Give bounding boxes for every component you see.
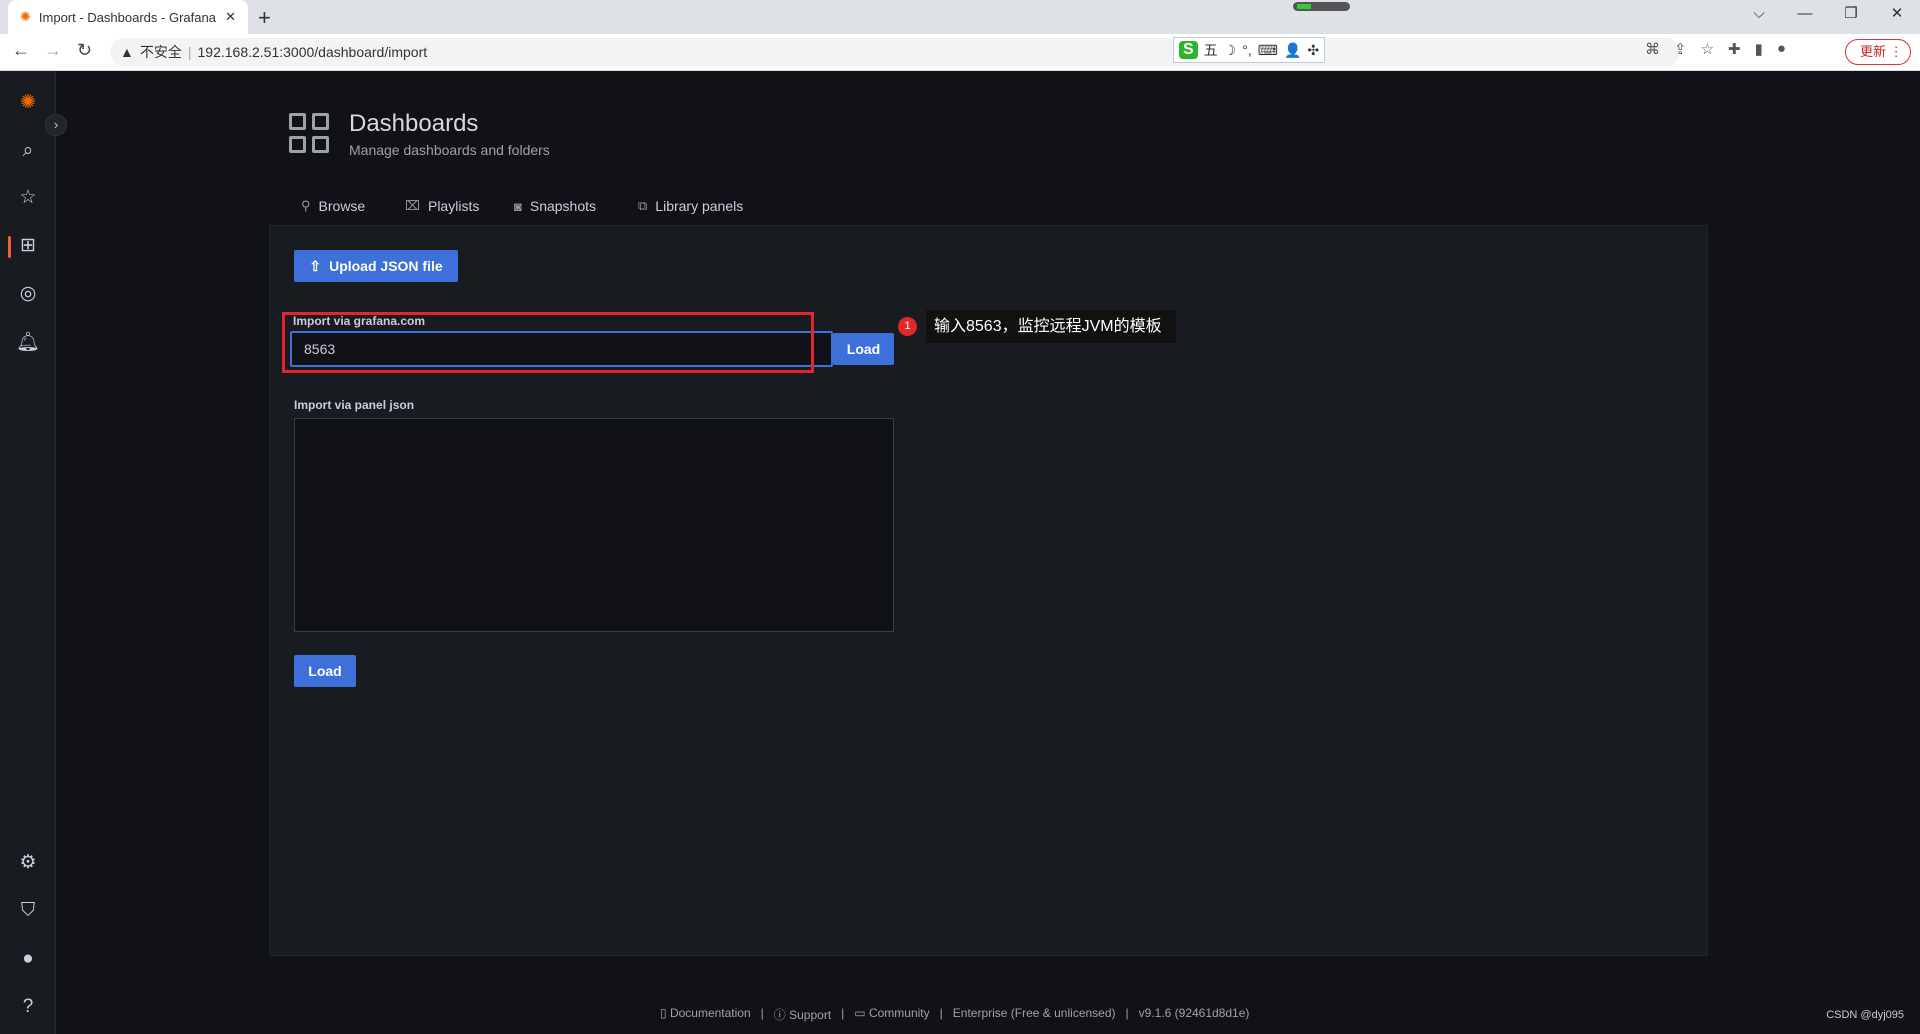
support-link[interactable]: ⓘ Support <box>774 1006 831 1023</box>
avatar[interactable]: ● <box>14 945 42 973</box>
tab-library-panels[interactable]: ⧉ Library panels <box>638 198 743 214</box>
alerting-bell-icon[interactable]: 🔔︎ <box>14 329 42 357</box>
update-button[interactable]: 更新 ⋮ <box>1845 39 1911 65</box>
update-label: 更新 <box>1860 44 1887 59</box>
share-icon[interactable]: ⇪ <box>1674 40 1687 58</box>
tab-label: Playlists <box>427 198 480 214</box>
grafana-favicon-icon: ✺ <box>20 9 31 24</box>
upload-label: Upload JSON file <box>329 258 443 274</box>
community-link[interactable]: ▭ Community <box>854 1006 929 1023</box>
camera-icon: ◙ <box>514 198 522 214</box>
browser-tab-strip <box>0 0 1920 34</box>
separator: | <box>760 1006 764 1020</box>
tab-browse[interactable]: ⚲ Browse <box>301 198 365 214</box>
user-icon[interactable]: 👤 <box>1284 42 1301 59</box>
sitemap-icon: ⚲ <box>301 198 311 213</box>
documentation-link[interactable]: ▯ Documentation <box>660 1006 751 1023</box>
separator: | <box>939 1006 943 1020</box>
help-icon[interactable]: ? <box>14 993 42 1021</box>
expand-sidebar-button[interactable]: › <box>45 114 67 136</box>
active-indicator <box>8 236 11 258</box>
annotation-tooltip: 输入8563，监控远程JVM的模板 <box>926 310 1176 343</box>
security-label: 不安全 <box>139 44 182 60</box>
explore-compass-icon[interactable]: ◎ <box>14 280 42 308</box>
browser-tab[interactable]: ✺ Import - Dashboards - Grafana ✕ <box>8 0 248 34</box>
dashboards-icon[interactable]: ⊞ <box>14 232 42 260</box>
forward-icon[interactable]: → <box>44 40 62 61</box>
warning-icon: ▲ <box>120 44 134 60</box>
upload-icon: ⇧ <box>309 257 322 274</box>
presentation-icon: ⌧ <box>405 198 420 213</box>
address-bar[interactable]: ▲ 不安全 | 192.168.2.51:3000/dashboard/impo… <box>110 38 1680 66</box>
media-indicator[interactable] <box>1293 2 1350 11</box>
documentation-label: Documentation <box>669 1006 751 1020</box>
footer: ▯ Documentation | ⓘ Support | ▭ Community |… <box>660 1006 1249 1023</box>
punctuation-icon[interactable]: °, <box>1242 42 1252 58</box>
toolbar-icons: ⌘ ⇪ ☆ ✚ ▮ ● <box>1645 40 1786 58</box>
shield-icon[interactable]: ⛉ <box>14 897 42 925</box>
library-panels-icon: ⧉ <box>638 198 648 213</box>
grafana-logo-icon[interactable]: ✺ <box>14 89 42 117</box>
upload-json-button[interactable]: ⇧ Upload JSON file <box>294 250 458 282</box>
side-panel-icon[interactable]: ▮ <box>1755 40 1763 58</box>
tab-snapshots[interactable]: ◙ Snapshots <box>514 198 596 214</box>
window-controls: ⌵ — ❐ ✕ <box>1736 0 1920 30</box>
load-button[interactable]: Load <box>833 333 894 365</box>
page-title: Dashboards <box>349 110 479 137</box>
highlight-box <box>282 312 814 373</box>
gear-icon[interactable]: ⚙ <box>14 849 42 877</box>
sogou-icon[interactable]: S <box>1179 41 1198 59</box>
profile-icon[interactable]: ● <box>1777 40 1786 58</box>
tab-label: Snapshots <box>529 198 597 214</box>
panel-json-textarea[interactable] <box>294 418 894 632</box>
minimize-icon[interactable]: — <box>1782 0 1828 30</box>
version-text: v9.1.6 (92461d8d1e) <box>1138 1006 1250 1020</box>
community-label: Community <box>868 1006 930 1020</box>
separator: | <box>1125 1006 1129 1020</box>
extensions-icon[interactable]: ✚ <box>1728 40 1741 58</box>
url-text: 192.168.2.51:3000/dashboard/import <box>197 44 428 60</box>
moon-icon[interactable]: ☽ <box>1224 42 1237 59</box>
tab-title: Import - Dashboards - Grafana <box>38 9 216 25</box>
ime-mode-icon[interactable]: 五 <box>1204 40 1218 60</box>
tab-search-icon[interactable]: ⌵ <box>1736 0 1782 30</box>
tab-playlists[interactable]: ⌧ Playlists <box>405 198 479 214</box>
star-icon[interactable]: ☆ <box>1701 40 1714 58</box>
panel-json-label: Import via panel json <box>294 398 415 412</box>
star-icon[interactable]: ☆ <box>14 184 42 212</box>
edition-link[interactable]: Enterprise (Free & unlicensed) <box>953 1006 1116 1023</box>
search-icon[interactable]: ⌕ <box>14 137 42 165</box>
reload-icon[interactable]: ↻ <box>77 40 92 61</box>
close-tab-icon[interactable]: ✕ <box>225 9 236 25</box>
ime-toolbar[interactable]: S 五 ☽ °, ⌨ 👤 ✣ <box>1173 37 1326 63</box>
dashboards-header-icon <box>289 113 329 153</box>
close-window-icon[interactable]: ✕ <box>1874 0 1920 30</box>
separator: | <box>841 1006 845 1020</box>
translate-icon[interactable]: ⌘ <box>1645 40 1660 58</box>
back-icon[interactable]: ← <box>12 40 30 61</box>
load-panel-json-button[interactable]: Load <box>294 655 356 687</box>
new-tab-button[interactable]: + <box>258 5 271 31</box>
keyboard-icon[interactable]: ⌨ <box>1258 42 1278 59</box>
grid-icon[interactable]: ✣ <box>1307 42 1319 59</box>
tab-label: Library panels <box>655 198 744 214</box>
watermark: CSDN @dyj095 <box>1826 1009 1904 1021</box>
tab-label: Browse <box>318 198 366 214</box>
support-label: Support <box>789 1008 832 1022</box>
sidebar <box>0 71 56 1034</box>
page-subtitle: Manage dashboards and folders <box>349 142 550 158</box>
restore-icon[interactable]: ❐ <box>1828 0 1874 30</box>
separator: | <box>187 44 192 60</box>
annotation-badge: 1 <box>898 317 917 336</box>
